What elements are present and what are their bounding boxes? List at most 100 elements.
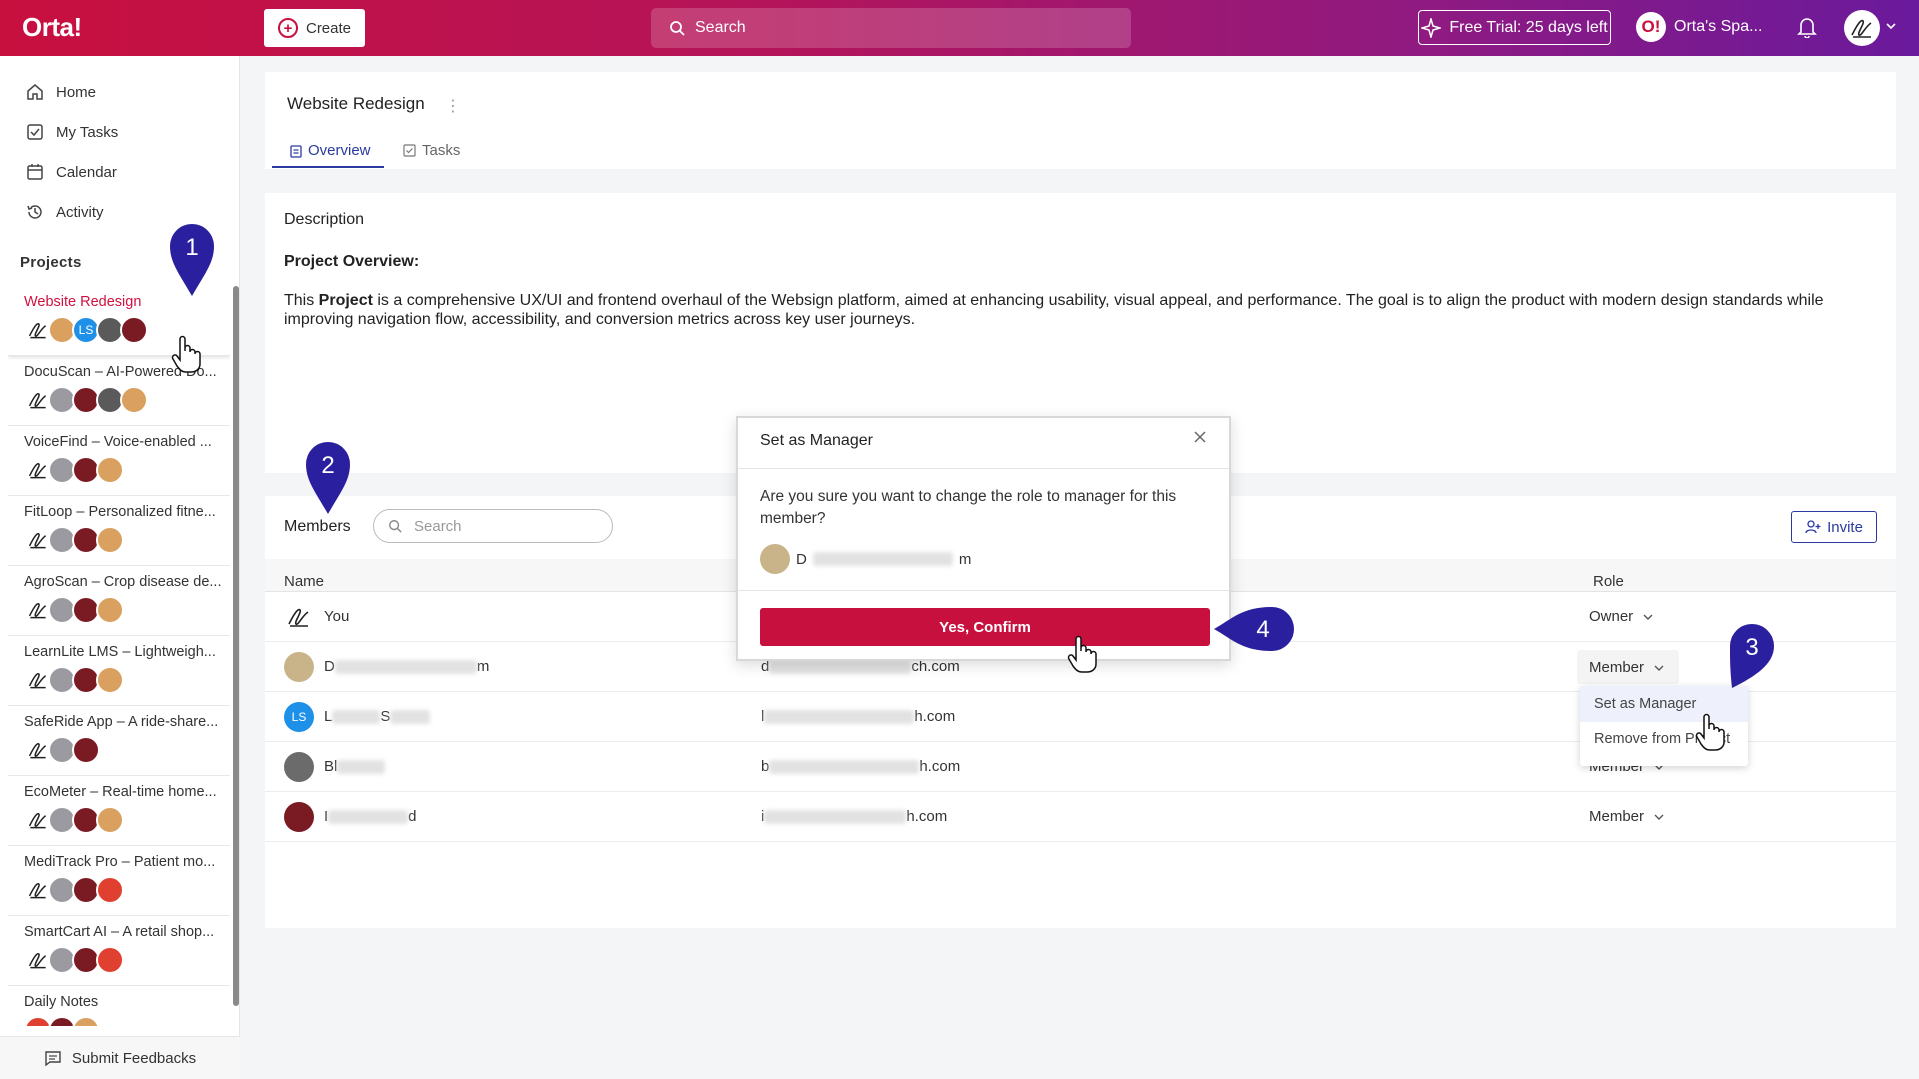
tab-overview[interactable]: Overview <box>290 142 371 159</box>
chevron-down-icon[interactable] <box>1886 22 1896 30</box>
project-item[interactable]: SmartCart AI – A retail shop... <box>8 916 230 986</box>
project-item[interactable]: FitLoop – Personalized fitne... <box>8 496 230 566</box>
sidebar-item-my-tasks[interactable]: My Tasks <box>26 123 118 141</box>
avatar <box>96 666 124 694</box>
dialog-message: Are you sure you want to change the role… <box>760 488 1177 527</box>
svg-text:2: 2 <box>321 452 334 479</box>
sidebar: Home My Tasks Calendar Activity Projects… <box>0 56 240 1079</box>
sidebar-item-label: Calendar <box>56 163 117 181</box>
role-select[interactable]: Member <box>1589 659 1664 676</box>
calendar-icon <box>27 164 43 180</box>
sidebar-item-home[interactable]: Home <box>26 83 96 101</box>
clipboard-icon <box>290 144 302 158</box>
sidebar-scrollbar[interactable] <box>233 286 239 1006</box>
hand-cursor-icon <box>1695 713 1725 751</box>
project-title: LearnLite LMS – Lightweigh... <box>24 644 216 660</box>
project-members <box>24 876 230 904</box>
close-icon[interactable] <box>1193 430 1207 444</box>
avatar <box>284 802 314 832</box>
member-name: Id <box>324 808 417 825</box>
tab-tasks[interactable]: Tasks <box>403 142 460 159</box>
chevron-down-icon <box>1654 665 1664 671</box>
project-title: FitLoop – Personalized fitne... <box>24 504 216 520</box>
menu-item-set-as-manager[interactable]: Set as Manager <box>1594 696 1696 712</box>
avatar <box>284 652 314 682</box>
project-item[interactable]: Daily Notes <box>8 986 230 1026</box>
global-search-input[interactable]: Search <box>651 8 1131 48</box>
member-email: i h.com <box>761 808 948 825</box>
role-select[interactable]: Member <box>1589 808 1664 825</box>
table-row[interactable]: Id i h.com Member <box>265 792 1896 842</box>
avatar <box>284 602 314 632</box>
svg-text:1: 1 <box>185 234 198 261</box>
project-item[interactable]: MediTrack Pro – Patient mo... <box>8 846 230 916</box>
step-marker-3: 3 <box>1730 624 1774 688</box>
chevron-down-icon <box>1643 614 1653 620</box>
avatar <box>120 316 148 344</box>
workspace-switcher[interactable]: O! Orta's Spa... <box>1636 12 1762 42</box>
member-email: l h.com <box>761 708 956 725</box>
signature-icon <box>1851 19 1872 38</box>
sidebar-item-activity[interactable]: Activity <box>26 203 104 221</box>
create-label: Create <box>305 19 352 37</box>
invite-button[interactable]: Invite <box>1791 511 1877 543</box>
avatar <box>284 752 314 782</box>
free-trial-label: Free Trial: 25 days left <box>1449 18 1608 36</box>
create-button[interactable]: + Create <box>264 9 365 47</box>
project-title: EcoMeter – Real-time home... <box>24 784 217 800</box>
members-search-input[interactable]: Search <box>373 509 613 543</box>
member-email: b h.com <box>761 758 961 775</box>
search-icon <box>389 520 402 533</box>
description-heading: Description <box>284 211 365 228</box>
project-item[interactable]: EcoMeter – Real-time home... <box>8 776 230 846</box>
active-tab-indicator <box>272 166 384 168</box>
app-logo[interactable]: Orta! <box>22 12 82 43</box>
workspace-name: Orta's Spa... <box>1674 18 1763 35</box>
project-item[interactable]: VoiceFind – Voice-enabled ... <box>8 426 230 496</box>
avatar <box>96 596 124 624</box>
more-options-icon[interactable]: ⋮ <box>445 96 461 116</box>
tab-label: Overview <box>308 142 371 159</box>
avatar <box>96 806 124 834</box>
bell-icon[interactable] <box>1797 16 1817 38</box>
project-title: VoiceFind – Voice-enabled ... <box>24 434 212 450</box>
project-title: AgroScan – Crop disease de... <box>24 574 222 590</box>
avatar <box>72 736 100 764</box>
checkbox-icon <box>403 144 416 157</box>
project-item[interactable]: LearnLite LMS – Lightweigh... <box>8 636 230 706</box>
project-title: MediTrack Pro – Patient mo... <box>24 854 216 870</box>
project-members <box>24 526 230 554</box>
overview-heading: Project Overview: <box>284 253 420 270</box>
avatar <box>96 876 124 904</box>
project-header: Website Redesign ⋮ Overview Tasks <box>265 72 1896 169</box>
svg-text:4: 4 <box>1256 616 1269 643</box>
sidebar-item-calendar[interactable]: Calendar <box>26 163 117 181</box>
description-text[interactable]: This Project is a comprehensive UX/UI an… <box>284 291 1874 329</box>
sidebar-item-label: Activity <box>56 203 104 221</box>
submit-feedback-button[interactable]: Submit Feedbacks <box>0 1036 240 1079</box>
add-user-icon <box>1805 520 1821 534</box>
members-heading: Members <box>284 518 351 535</box>
free-trial-button[interactable]: Free Trial: 25 days left <box>1418 10 1611 45</box>
role-select[interactable]: Owner <box>1589 608 1653 625</box>
history-icon <box>27 205 42 219</box>
member-name: Dm <box>324 658 490 675</box>
avatar <box>760 544 790 574</box>
confirm-button[interactable]: Yes, Confirm <box>760 608 1210 646</box>
avatar <box>96 946 124 974</box>
submit-feedback-label: Submit Feedbacks <box>71 1049 197 1067</box>
member-name: Bl <box>324 758 386 775</box>
project-members <box>24 1016 230 1026</box>
avatar <box>72 1016 100 1026</box>
project-members <box>24 456 230 484</box>
checkbox-icon <box>27 124 43 140</box>
projects-heading: Projects <box>20 254 82 271</box>
step-marker-2: 2 <box>306 442 350 514</box>
hand-cursor-icon <box>1067 635 1097 673</box>
user-avatar[interactable] <box>1844 10 1880 46</box>
project-item[interactable]: AgroScan – Crop disease de... <box>8 566 230 636</box>
invite-label: Invite <box>1827 518 1863 536</box>
project-item[interactable]: SafeRide App – A ride-share... <box>8 706 230 776</box>
avatar <box>96 526 124 554</box>
set-manager-dialog: Set as Manager Are you sure you want to … <box>736 416 1231 661</box>
